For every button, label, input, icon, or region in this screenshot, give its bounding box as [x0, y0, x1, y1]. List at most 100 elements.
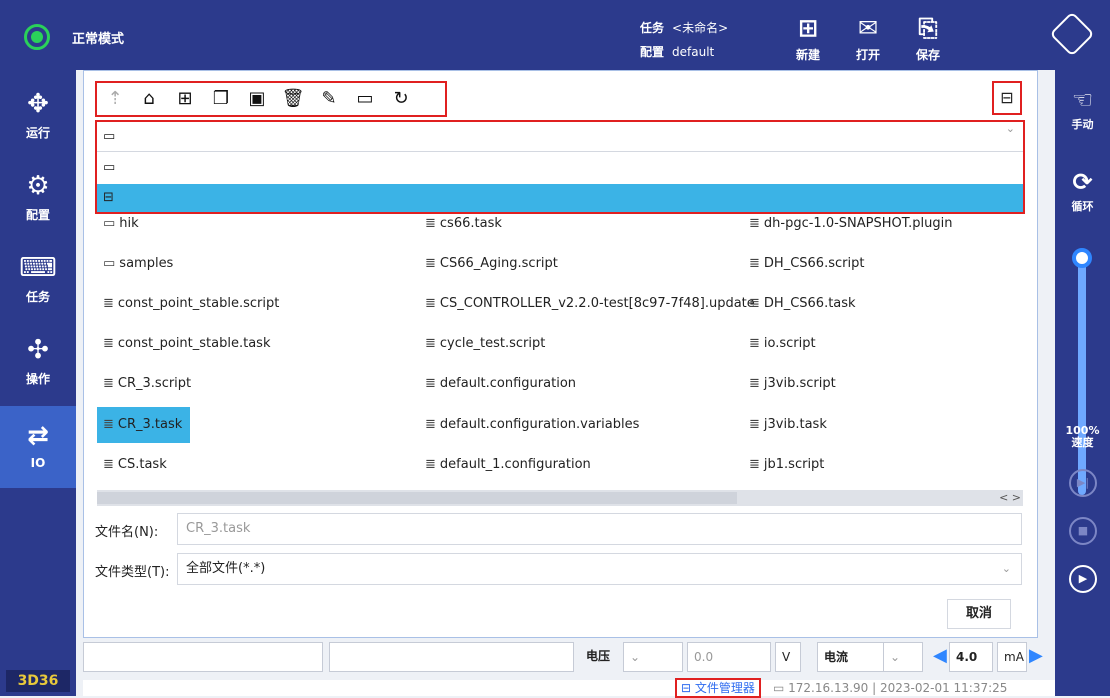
list-item[interactable]: ≣ CR_3.script	[97, 366, 199, 402]
list-item[interactable]: ≣ const_point_stable.script	[97, 286, 287, 322]
sidebar-item-task[interactable]: ⌨ 任务	[0, 238, 76, 320]
cube-logo-icon[interactable]	[1049, 11, 1095, 57]
save-icon: ⎘	[918, 14, 938, 42]
loop-icon: ⟳	[1072, 168, 1093, 196]
list-item[interactable]: ≣ default_1.configuration	[419, 447, 599, 483]
scroll-arrows-icon[interactable]: < >	[999, 490, 1021, 506]
new-button[interactable]: ⊞ 新建	[780, 10, 836, 63]
usb-drive-button[interactable]: ⊟	[992, 81, 1022, 115]
play-button[interactable]: ▶	[1069, 565, 1097, 593]
speed-readout: 100% 速度	[1055, 425, 1110, 449]
rename-button[interactable]: ✎	[317, 87, 341, 111]
file-icon: ≣	[749, 256, 760, 271]
up-folder-button[interactable]: ⇡	[103, 87, 127, 111]
list-item[interactable]: ≣ CS.task	[97, 447, 175, 483]
sidebar-item-io[interactable]: ⇄ IO	[0, 406, 76, 488]
list-item[interactable]: ≣ CS66_Aging.script	[419, 246, 566, 282]
copy-button[interactable]: ❐	[209, 87, 233, 111]
list-item[interactable]: ≣ io.script	[743, 326, 824, 362]
file-icon: ≣	[749, 376, 760, 391]
list-item[interactable]: ≣ jb1.script	[743, 447, 832, 483]
list-item[interactable]: ≣ default.configuration.variables	[419, 407, 647, 443]
datetime: 2023-02-01 11:37:25	[879, 681, 1008, 695]
left-sidebar: ✥ 运行 ⚙ 配置 ⌨ 任务 ✣ 操作 ⇄ IO 3D36	[0, 70, 76, 696]
stop-button[interactable]: ■	[1069, 517, 1097, 545]
voltage-select[interactable]: ⌄	[623, 642, 683, 672]
sidebar-item-label: IO	[30, 456, 46, 470]
network-icon: ▭	[773, 681, 789, 695]
home-button[interactable]: ⌂	[137, 87, 161, 111]
file-icon: ≣	[425, 256, 436, 271]
usb-icon: ⊟	[681, 681, 695, 695]
open-button[interactable]: ✉ 打开	[840, 10, 896, 63]
chevron-down-icon[interactable]: ⌄	[1006, 122, 1015, 135]
file-name: jb1.script	[763, 457, 825, 472]
file-list: ▭ hik ≣ cs66.task ≣ dh-pgc-1.0-SNAPSHOT.plu…	[97, 214, 1023, 490]
current-select[interactable]: ⌄	[883, 642, 923, 672]
paste-icon: ▣	[248, 88, 266, 109]
file-icon: ≣	[103, 336, 114, 351]
list-item[interactable]: ▭ samples	[97, 246, 181, 282]
loop-button[interactable]: ⟳ 循环	[1055, 166, 1110, 214]
new-file-icon: ⊞	[797, 14, 819, 42]
move-icon: ✣	[27, 335, 49, 365]
mode-label: 正常模式	[72, 32, 125, 47]
speed-slider-track[interactable]	[1078, 255, 1086, 495]
computer-icon: ▭	[103, 129, 116, 144]
sidebar-item-label: 任务	[25, 290, 50, 304]
file-name: j3vib.script	[763, 376, 836, 391]
list-item[interactable]: ≣ DH_CS66.script	[743, 246, 872, 282]
voltage-input[interactable]: 0.0	[687, 642, 771, 672]
paste-button[interactable]: ▣	[245, 87, 269, 111]
save-button[interactable]: ⎘ 保存	[900, 10, 956, 63]
speed-slider-handle[interactable]	[1072, 248, 1092, 268]
list-item[interactable]: ≣ cycle_test.script	[419, 326, 553, 362]
list-item[interactable]: ≣ j3vib.script	[743, 366, 844, 402]
list-item[interactable]: ≣ j3vib.task	[743, 407, 835, 443]
new-label: 新建	[795, 48, 820, 62]
manual-button[interactable]: ☜ 手动	[1055, 84, 1110, 132]
file-icon: ≣	[425, 216, 436, 231]
list-item[interactable]: ≣ DH_CS66.task	[743, 286, 864, 322]
sidebar-item-operate[interactable]: ✣ 操作	[0, 320, 76, 402]
new-file-button[interactable]: ⊞	[173, 87, 197, 111]
list-item-selected[interactable]: ≣ CR_3.task	[97, 407, 191, 443]
file-name: default.configuration	[439, 376, 577, 391]
list-item[interactable]: ≣ CS_CONTROLLER_v2.2.0-test[8c97-7f48].up…	[419, 286, 763, 322]
play-icon: ▶	[1078, 572, 1088, 585]
cancel-button[interactable]: 取消	[947, 599, 1011, 629]
file-name: CS.task	[117, 457, 167, 472]
list-item[interactable]: ▭ hik	[97, 214, 147, 242]
current-input[interactable]: 4.0	[949, 642, 993, 672]
increase-arrow-icon[interactable]: ▶	[1023, 642, 1055, 672]
hand-icon: ☜	[1071, 86, 1094, 114]
filename-field[interactable]: CR_3.task	[177, 513, 1022, 545]
filetype-select[interactable]: 全部文件(*.*) ⌄	[177, 553, 1022, 585]
up-folder-icon: ⇡	[107, 88, 123, 109]
refresh-button[interactable]: ↻	[389, 87, 413, 111]
io-bottom-panel: 电压 ⌄ 0.0 V 电流 ⌄ ◀ 4.0 mA ▶	[83, 638, 1055, 680]
list-item[interactable]: ≣ const_point_stable.task	[97, 326, 278, 362]
task-info: 任务 <未命名> 配置 default	[640, 16, 728, 64]
location-option-computer[interactable]: ▭	[97, 154, 1023, 182]
sidebar-item-run[interactable]: ✥ 运行	[0, 74, 76, 156]
location-option-usb[interactable]: ⊟	[97, 184, 1023, 212]
sidebar-item-config[interactable]: ⚙ 配置	[0, 156, 76, 238]
delete-button[interactable]: 🗑	[281, 87, 305, 111]
step-button[interactable]: ▶|	[1069, 469, 1097, 497]
list-item[interactable]: ≣ cs66.task	[419, 214, 510, 242]
location-combobox[interactable]: ▭ ⌄ ▭ ⊟	[95, 120, 1025, 214]
file-toolbar: ⇡ ⌂ ⊞ ❐ ▣ 🗑 ✎ ▭ ↻	[95, 81, 447, 117]
location-selected[interactable]: ▭	[97, 122, 1023, 152]
file-name: DH_CS66.task	[763, 296, 856, 311]
file-manager-label: 文件管理器	[694, 681, 755, 695]
open-folder-button[interactable]: ▭	[353, 87, 377, 111]
file-name: const_point_stable.script	[117, 296, 280, 311]
horizontal-scrollbar[interactable]: < >	[97, 490, 1023, 506]
list-item[interactable]: ≣ default.configuration	[419, 366, 584, 402]
sidebar-item-label: 运行	[25, 126, 50, 140]
run-icon: ✥	[27, 89, 49, 119]
file-manager-button[interactable]: ⊟ 文件管理器	[675, 678, 761, 698]
list-item[interactable]: ≣ dh-pgc-1.0-SNAPSHOT.plugin	[743, 214, 961, 242]
scrollbar-thumb[interactable]	[97, 492, 737, 504]
